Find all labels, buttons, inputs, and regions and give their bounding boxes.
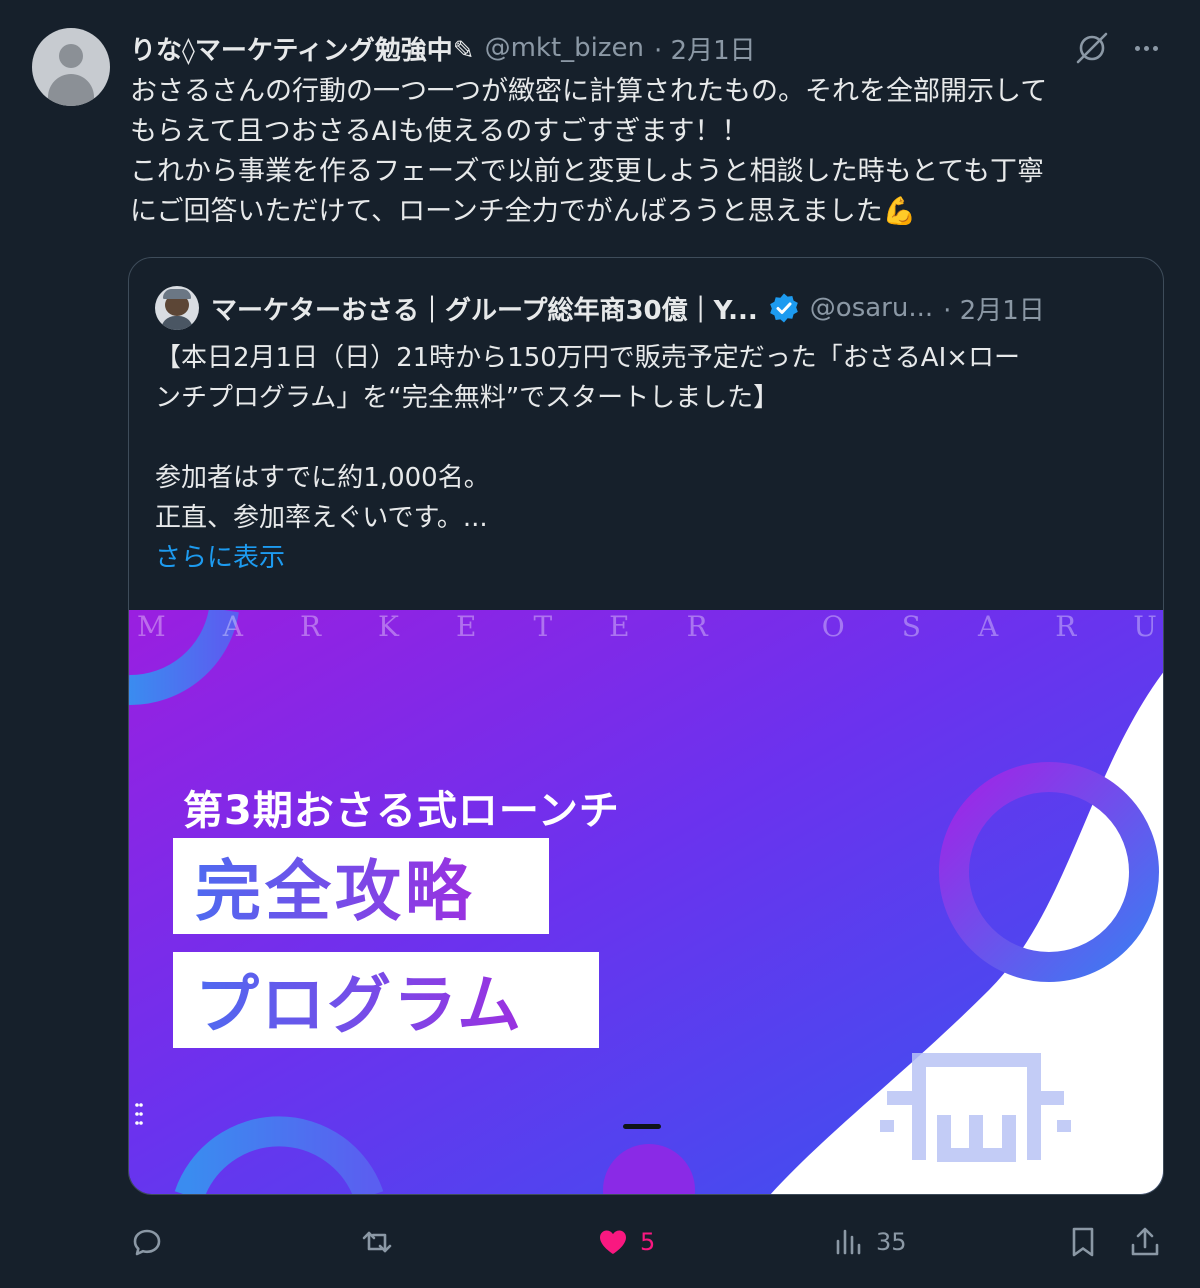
- media-letter: A: [222, 610, 243, 643]
- views-icon: [836, 1229, 861, 1255]
- quoted-tweet-date[interactable]: · 2月1日: [943, 290, 1045, 327]
- verified-badge-icon: [769, 293, 798, 323]
- quoted-author-avatar[interactable]: [155, 286, 199, 330]
- quoted-tweet-image[interactable]: M A R K E T E R O S A R U 第3期おさる式ローンチ 完全…: [129, 610, 1163, 1194]
- grok-icon[interactable]: [1072, 28, 1112, 68]
- retweet-icon: [362, 1231, 392, 1253]
- media-letter: A: [977, 610, 999, 643]
- reply-icon: [133, 1229, 161, 1256]
- media-letter: E: [609, 610, 630, 643]
- drag-handle-icon[interactable]: [135, 1102, 143, 1132]
- quoted-author-name[interactable]: マーケターおさる｜グループ総年商30億｜Y...: [211, 290, 758, 327]
- retweet-button[interactable]: [360, 1222, 394, 1262]
- quoted-line: ンチプログラム」を“完全無料”でスタートしました】: [155, 383, 780, 413]
- tweet-header: りな◊マーケティング勉強中✎ @mkt_bizen · 2月1日: [130, 28, 756, 68]
- bookmark-icon: [1072, 1227, 1094, 1257]
- media-resize-handle[interactable]: [623, 1124, 661, 1129]
- quoted-line: 【本日2月1日（日）21時から150万円で販売予定だった「おさるAI×ロー: [155, 343, 1021, 373]
- quoted-tweet-header: マーケターおさる｜グループ総年商30億｜Y... @osaru... · 2月1…: [211, 286, 1045, 330]
- tweet-line: おさるさんの行動の一つ一つが緻密に計算されたもの。それを全部開示して: [130, 76, 1048, 107]
- share-icon: [1131, 1227, 1159, 1256]
- share-button[interactable]: [1128, 1222, 1162, 1262]
- like-count: 5: [640, 1228, 656, 1256]
- media-letter-row: M A R K E T E R O S A R U: [129, 610, 1163, 646]
- quoted-tweet[interactable]: マーケターおさる｜グループ総年商30億｜Y... @osaru... · 2月1…: [128, 257, 1164, 1195]
- like-button[interactable]: 5: [596, 1222, 655, 1262]
- views-button[interactable]: 35: [832, 1222, 907, 1262]
- reply-button[interactable]: [130, 1222, 164, 1262]
- media-letter: R: [1055, 610, 1077, 643]
- more-options-icon[interactable]: [1126, 28, 1166, 68]
- media-title-line: プログラム: [195, 954, 523, 1046]
- quoted-author-handle[interactable]: @osaru...: [810, 293, 933, 323]
- media-title-line: 完全攻略: [195, 838, 475, 934]
- tweet-line: これから事業を作るフェーズで以前と変更しようと相談した時もとても丁寧: [130, 156, 1044, 187]
- tweet[interactable]: りな◊マーケティング勉強中✎ @mkt_bizen · 2月1日 おさるさんの行…: [0, 0, 1200, 1288]
- views-count: 35: [876, 1228, 907, 1256]
- heart-icon: [600, 1230, 626, 1254]
- tweet-date[interactable]: · 2月1日: [654, 30, 756, 67]
- media-title-box: プログラム: [173, 952, 599, 1048]
- media-letter: K: [378, 610, 399, 643]
- media-letter: R: [299, 610, 322, 643]
- quoted-tweet-body: 【本日2月1日（日）21時から150万円で販売予定だった「おさるAI×ロー ンチ…: [155, 338, 1145, 538]
- media-letter: U: [1133, 610, 1157, 643]
- author-handle[interactable]: @mkt_bizen: [485, 33, 644, 63]
- tweet-line: にご回答いただけて、ローンチ全力でがんばろうと思えました💪: [130, 196, 917, 227]
- media-letter: M: [137, 610, 166, 643]
- tweet-body: おさるさんの行動の一つ一つが緻密に計算されたもの。それを全部開示して もらえて且…: [130, 72, 1170, 232]
- show-more-link[interactable]: さらに表示: [155, 538, 285, 578]
- author-name[interactable]: りな◊マーケティング勉強中✎: [130, 30, 475, 67]
- bookmark-button[interactable]: [1066, 1222, 1100, 1262]
- media-letter: S: [901, 610, 921, 643]
- media-letter: E: [455, 610, 477, 643]
- media-letter: O: [821, 610, 845, 643]
- media-letter: T: [533, 610, 553, 643]
- action-bar: 5 35: [0, 1214, 1200, 1270]
- author-avatar[interactable]: [32, 28, 110, 106]
- quoted-line: 正直、参加率えぐいです。...: [155, 503, 488, 533]
- quoted-line: 参加者はすでに約1,000名。: [155, 463, 490, 493]
- media-letter: R: [686, 610, 708, 643]
- quoted-line: [155, 418, 1145, 458]
- media-title-box: 完全攻略: [173, 838, 549, 934]
- media-subtitle: 第3期おさる式ローンチ: [183, 788, 620, 834]
- tweet-line: もらえて且つおさるAIも使えるのすごすぎます！！: [130, 116, 749, 147]
